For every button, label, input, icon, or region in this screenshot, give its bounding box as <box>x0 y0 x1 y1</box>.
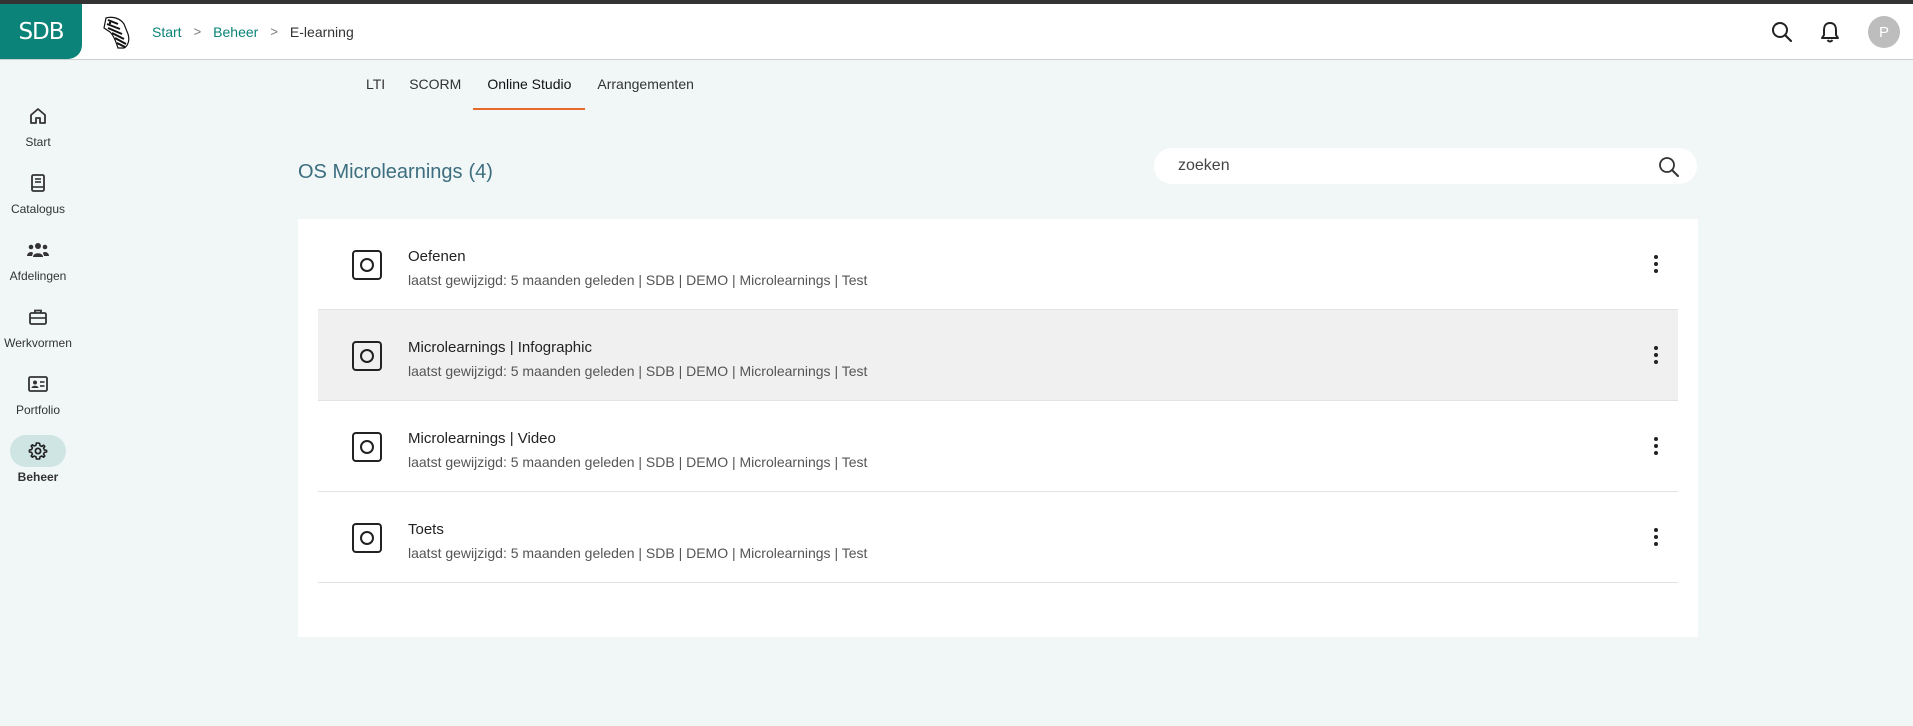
tab-online-studio[interactable]: Online Studio <box>473 64 586 110</box>
sidebar-item-catalogus[interactable]: Catalogus <box>0 167 76 227</box>
breadcrumb-current: E-learning <box>289 23 354 40</box>
record-icon <box>352 432 382 462</box>
list-item[interactable]: Microlearnings | Video laatst gewijzigd:… <box>318 401 1678 492</box>
more-vertical-icon[interactable] <box>1644 249 1668 279</box>
id-card-icon <box>10 368 66 400</box>
search-icon[interactable] <box>1657 155 1681 179</box>
group-icon <box>10 234 66 266</box>
sdb-logo[interactable]: SDB <box>0 4 82 59</box>
item-meta: laatst gewijzigd: 5 maanden geleden | SD… <box>408 545 868 561</box>
breadcrumb-start[interactable]: Start <box>152 24 182 40</box>
section-title-text: OS Microlearnings <box>298 161 463 183</box>
book-icon <box>10 167 66 199</box>
record-icon <box>352 250 382 280</box>
microlearning-list: Oefenen laatst gewijzigd: 5 maanden gele… <box>298 219 1698 637</box>
search-box <box>1154 148 1697 184</box>
tab-scorm[interactable]: SCORM <box>397 64 473 108</box>
more-vertical-icon[interactable] <box>1644 522 1668 552</box>
item-title[interactable]: Toets <box>408 521 444 538</box>
more-vertical-icon[interactable] <box>1644 431 1668 461</box>
search-icon[interactable] <box>1768 18 1796 46</box>
avatar[interactable]: P <box>1868 16 1900 48</box>
sidebar-item-afdelingen[interactable]: Afdelingen <box>0 234 76 294</box>
list-item[interactable]: Oefenen laatst gewijzigd: 5 maanden gele… <box>318 219 1678 310</box>
app-header: SDB Start > Beheer > E-learning P <box>0 4 1913 60</box>
sidebar-item-label: Werkvormen <box>4 336 72 350</box>
item-meta: laatst gewijzigd: 5 maanden geleden | SD… <box>408 272 868 288</box>
item-title[interactable]: Microlearnings | Infographic <box>408 339 592 356</box>
item-title[interactable]: Microlearnings | Video <box>408 430 556 447</box>
tab-bar: LTI SCORM Online Studio Arrangementen <box>354 64 706 110</box>
breadcrumb-beheer[interactable]: Beheer <box>213 24 258 40</box>
record-icon <box>352 341 382 371</box>
item-meta: laatst gewijzigd: 5 maanden geleden | SD… <box>408 363 868 379</box>
item-title[interactable]: Oefenen <box>408 248 466 265</box>
more-vertical-icon[interactable] <box>1644 340 1668 370</box>
sidebar-item-portfolio[interactable]: Portfolio <box>0 368 76 428</box>
record-icon <box>352 523 382 553</box>
sidebar-item-label: Start <box>25 135 51 149</box>
sidebar-item-label: Portfolio <box>15 403 61 417</box>
sidebar-item-label: Afdelingen <box>9 269 67 283</box>
sidebar-item-start[interactable]: Start <box>0 100 76 160</box>
sidebar-item-label: Beheer <box>17 470 59 484</box>
list-item[interactable]: Microlearnings | Infographic laatst gewi… <box>318 310 1678 401</box>
sidebar-item-label: Catalogus <box>10 202 66 216</box>
gear-icon <box>10 435 66 467</box>
briefcase-icon <box>10 301 66 333</box>
zebra-logo-icon <box>103 16 130 49</box>
chevron-right-icon: > <box>270 24 278 39</box>
item-count: (4) <box>468 161 493 183</box>
chevron-right-icon: > <box>193 24 202 39</box>
home-icon <box>10 100 66 132</box>
tab-lti[interactable]: LTI <box>354 64 397 108</box>
bell-icon[interactable] <box>1816 18 1844 46</box>
sidebar-item-beheer[interactable]: Beheer <box>0 435 76 495</box>
list-item[interactable]: Toets laatst gewijzigd: 5 maanden gelede… <box>318 492 1678 583</box>
search-input[interactable] <box>1178 148 1638 184</box>
sidebar-item-werkvormen[interactable]: Werkvormen <box>0 301 76 361</box>
breadcrumb: Start > Beheer > E-learning <box>152 4 354 59</box>
page-title: OS Microlearnings (4) <box>298 161 493 184</box>
tab-arrangementen[interactable]: Arrangementen <box>585 64 706 108</box>
item-meta: laatst gewijzigd: 5 maanden geleden | SD… <box>408 454 868 470</box>
